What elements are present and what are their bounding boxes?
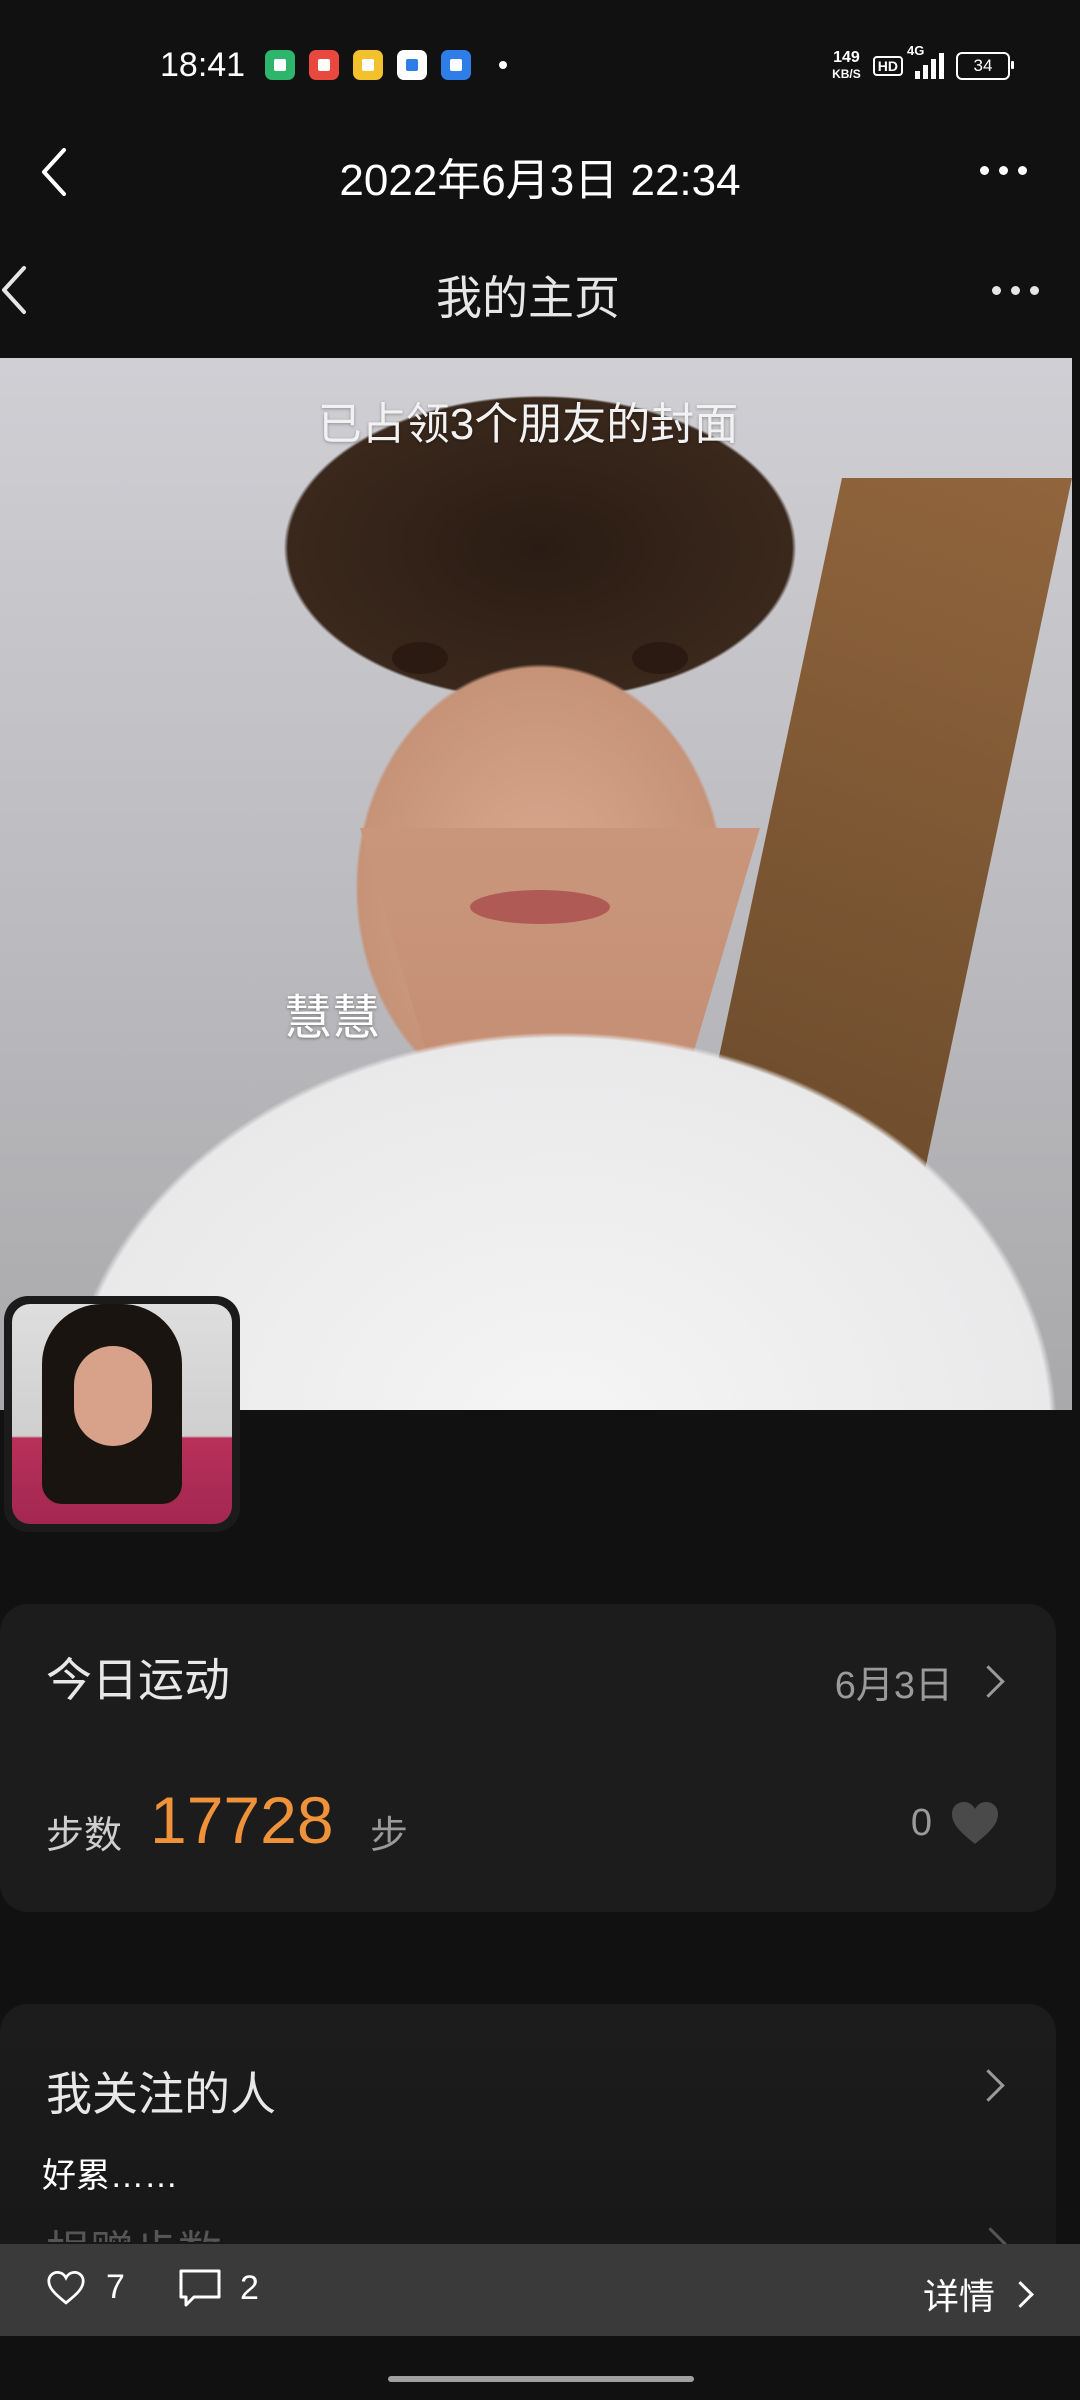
post-caption: 好累…… [42,2157,178,2195]
blue-app-icon [441,50,471,80]
status-time: 18:41 [160,46,246,84]
more-dot-icon [1011,285,1020,295]
details-label: 详情 [922,2276,995,2317]
donate-steps-label: 捐赠步数 [46,2216,222,2242]
yellow-app-icon [353,50,383,80]
notification-icons [265,50,507,80]
signal-icon: 4G [907,43,944,79]
avatar-image [12,1304,232,1524]
steps-value: 17728 [150,1783,334,1857]
viewer-title: 2022年6月3日 22:34 [339,156,741,205]
user-name[interactable]: 慧慧 [284,978,380,1048]
steps-unit: 步 [370,1815,409,1857]
more-dot-icon [980,165,989,175]
more-dot-icon [1030,285,1039,295]
sport-card-title: 今日运动 [46,1654,230,1706]
sport-date-label: 6月3日 [834,1665,953,1707]
more-dot-icon [1018,165,1027,175]
battery-level: 34 [973,56,993,75]
sport-date[interactable]: 6月3日 [834,1654,1005,1709]
chevron-right-icon [1007,2280,1034,2308]
like-button[interactable]: 7 [46,2268,125,2307]
bottom-action-bar: 7 2 详情 [0,2244,1080,2336]
green-app-icon [265,50,295,80]
following-chevron[interactable] [972,2069,1005,2102]
chevron-right-icon [972,1665,1005,1698]
status-bar: 18:41 149 KB/S HD 4G 34 [0,0,1080,136]
details-button[interactable]: 详情 [922,2268,1034,2320]
avatar-face [74,1346,152,1446]
more-dot-icon [992,285,1001,295]
cover-photo[interactable]: 已占领3个朋友的封面 [0,358,1072,1410]
cover-lips [470,890,610,924]
battery-icon: 34 [956,52,1014,80]
comment-button[interactable]: 2 [178,2268,259,2308]
heart-outline-icon [47,2270,85,2305]
signal-label: 4G [907,43,925,58]
avatar[interactable] [4,1296,240,1532]
page-more-button[interactable] [992,280,1052,300]
cover-right-eye [632,642,688,674]
red-app-icon [309,50,339,80]
today-sport-card[interactable]: 今日运动 6月3日 步数 17728 步 0 [0,1604,1056,1912]
page-title: 我的主页 [436,272,620,324]
like-count: 7 [106,2268,125,2306]
more-dot-icon [999,165,1008,175]
hd-badge: HD [872,56,903,76]
cover-overlay-text: 已占领3个朋友的封面 [317,400,739,449]
network-speed: 149 KB/S [832,50,861,82]
network-speed-value: 149 [833,49,860,66]
white-app-icon [397,50,427,80]
comment-icon [179,2269,221,2307]
more-notifications-dot-icon [499,61,507,69]
home-indicator[interactable] [388,2376,694,2382]
steps-like-button[interactable]: 0 [911,1800,1000,1846]
chevron-right-icon [972,2069,1005,2102]
network-speed-unit: KB/S [832,67,861,81]
viewer-more-button[interactable] [980,160,1040,180]
steps-like-count: 0 [910,1801,932,1844]
heart-icon [952,1802,998,1844]
comment-count: 2 [240,2268,259,2307]
cover-left-eye [392,642,448,674]
steps-label: 步数 [46,1815,123,1857]
following-card-title: 我关注的人 [46,2068,276,2120]
status-indicators: 149 KB/S HD 4G 34 [832,43,1014,82]
